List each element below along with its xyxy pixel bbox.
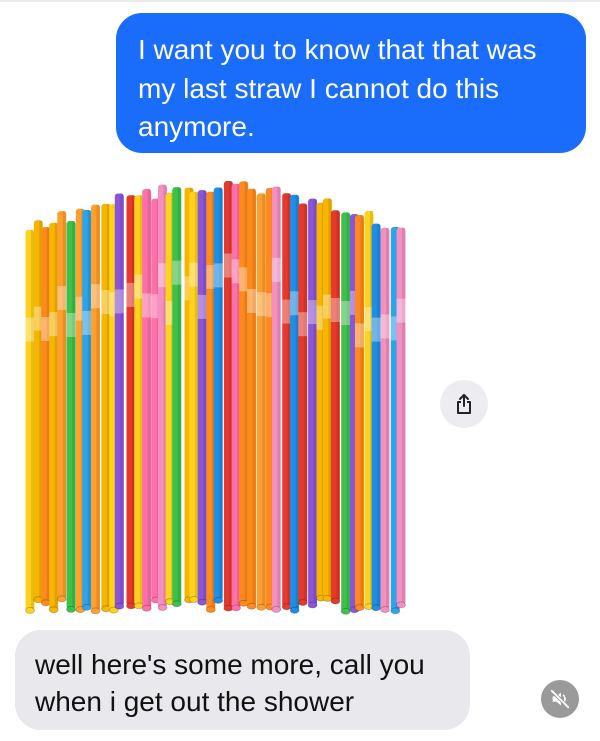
straw-bend (126, 282, 136, 307)
straw-end (197, 598, 208, 606)
straw-bend (256, 292, 266, 317)
sent-message-text: I want you to know that that was my last… (138, 34, 537, 142)
straw-end (238, 599, 249, 607)
straw-end (340, 607, 351, 615)
straw-shading (31, 229, 34, 611)
straw-shading (177, 187, 181, 604)
straw-end (271, 605, 282, 613)
straw-shading (87, 209, 91, 608)
share-icon (457, 394, 471, 414)
straw-end (114, 602, 125, 610)
straw-end (380, 606, 390, 613)
straw-shading (262, 193, 266, 608)
straw-shading (313, 198, 317, 605)
straw-end (157, 604, 168, 611)
straw-end (289, 606, 300, 614)
straw-end (90, 607, 101, 615)
straw-shading (96, 204, 100, 611)
straw-end (205, 606, 216, 614)
straw-shading (252, 188, 256, 607)
straw-end (81, 603, 92, 611)
top-divider (0, 0, 600, 2)
straw-end (307, 601, 318, 609)
straw-bend (308, 300, 318, 325)
straw-bend (247, 289, 257, 313)
straw-end (297, 599, 308, 606)
straw-shading (194, 191, 198, 600)
straw-shading (120, 193, 124, 607)
speaker-muted-icon (549, 688, 571, 710)
straw-shading (402, 227, 405, 605)
straw-shading (277, 186, 281, 610)
straw-shading (62, 211, 66, 599)
straw-end (40, 599, 51, 607)
straw-end (66, 605, 76, 613)
straw-end (390, 607, 401, 615)
straw-bend (371, 317, 381, 342)
straw-end (141, 604, 152, 612)
straw-bend (101, 290, 111, 314)
straw-bend (82, 310, 92, 335)
straw-bend (322, 294, 332, 319)
sent-message-bubble[interactable]: I want you to know that that was my last… (116, 13, 586, 153)
straw-bend (91, 284, 100, 309)
straw-end (330, 597, 341, 605)
straw-shading (303, 203, 307, 603)
straw-bend (172, 260, 182, 285)
straw-bend (189, 262, 199, 287)
straws-image[interactable] (22, 172, 412, 624)
straw-bend (355, 323, 364, 348)
straw-end (354, 604, 365, 612)
straw-end (56, 595, 67, 603)
straw-shading (72, 221, 76, 610)
straw-bend (223, 253, 233, 278)
straw-bend (330, 298, 340, 322)
straw-shading (219, 187, 223, 601)
straw-end (396, 601, 406, 609)
straw-bend (282, 299, 292, 324)
straw-shading (360, 215, 364, 608)
straw-bend (134, 274, 144, 299)
straw-end (171, 600, 182, 608)
mute-button[interactable] (541, 680, 579, 718)
straw-end (256, 603, 267, 611)
straw-bend (66, 313, 76, 337)
straw-end (281, 603, 292, 611)
straw-bend (396, 298, 406, 323)
straw-bend (49, 312, 59, 337)
received-message-bubble[interactable]: well here's some more, call you when i g… (15, 630, 470, 730)
straw-bend (25, 317, 35, 342)
straw-shading (295, 194, 299, 611)
straw-bend (197, 294, 207, 319)
straw-bend (213, 263, 223, 288)
straw-shading (147, 189, 151, 609)
straw-bend (271, 257, 281, 282)
straw-shading (336, 210, 340, 602)
straw-end (371, 604, 382, 612)
straw-bend (41, 317, 51, 341)
straw-bend (114, 289, 124, 314)
straw-bend (341, 301, 351, 326)
straw-end (246, 602, 257, 610)
straw-end (213, 596, 224, 604)
straw-end (231, 604, 242, 612)
straw-shading (203, 190, 207, 603)
share-button[interactable] (440, 380, 488, 428)
received-message-text: well here's some more, call you when i g… (35, 649, 425, 717)
straw-bend (298, 312, 308, 337)
straw-end (188, 596, 199, 603)
straw-shading (386, 227, 389, 610)
straw-bend (290, 291, 300, 316)
straw-shading (346, 212, 350, 612)
straw-bend (57, 286, 67, 310)
straw-end (48, 606, 59, 614)
straw-shading (377, 223, 381, 608)
straw-bend (380, 314, 390, 339)
straw-bend (239, 267, 249, 292)
straw-bend (142, 293, 152, 318)
straw-end (25, 606, 35, 614)
straw-shading (54, 222, 58, 610)
